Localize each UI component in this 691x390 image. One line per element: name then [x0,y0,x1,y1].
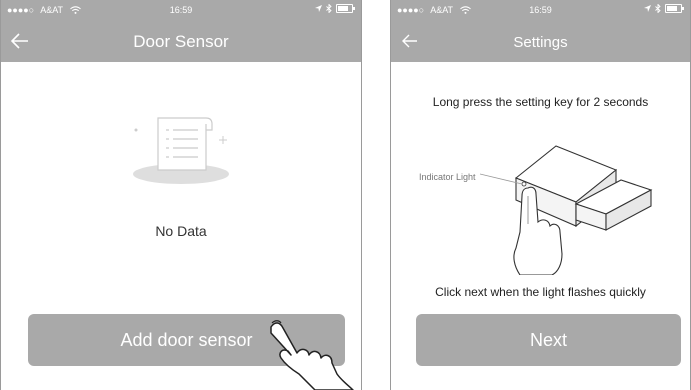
status-bar: ●●●●○ A&AT 16:59 [391,0,690,20]
instruction-text: Long press the setting key for 2 seconds [432,95,649,109]
nav-bar: Settings [391,22,690,62]
door-sensor-screen: ●●●●○ A&AT 16:59 Door Sensor No Data Add… [0,0,362,390]
next-button-label: Next [529,329,567,350]
add-door-sensor-label: Add door sensor [120,329,253,350]
pointing-hand-icon [270,320,354,390]
empty-state-message: No Data [155,223,207,239]
next-button[interactable]: Next [416,314,681,366]
location-icon [644,5,651,12]
door-sensor-illustration [479,145,653,275]
battery-icon [665,4,684,13]
status-bar: ●●●●○ A&AT 16:59 [1,0,361,20]
header-bar: ●●●●○ A&AT 16:59 Door Sensor [1,0,361,62]
bluetooth-icon [326,4,332,13]
location-icon [315,5,322,12]
indicator-light-label: Indicator Light [419,172,476,182]
clock: 16:59 [169,5,193,15]
nav-bar: Door Sensor [1,22,361,62]
page-title: Door Sensor [133,32,229,51]
bluetooth-icon [655,4,661,13]
header-bar: ●●●●○ A&AT 16:59 Settings [391,0,690,62]
empty-document-icon [133,117,229,184]
settings-screen: ●●●●○ A&AT 16:59 Settings Long press the… [390,0,691,390]
page-title: Settings [513,34,568,51]
instruction-text: Click next when the light flashes quickl… [435,285,646,299]
battery-icon [336,4,355,13]
